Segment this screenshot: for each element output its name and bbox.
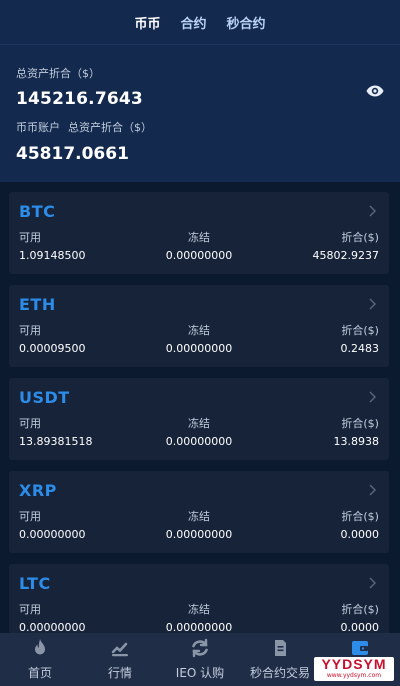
nav-home[interactable]: 首页 <box>0 633 80 686</box>
clipboard-icon <box>275 640 286 656</box>
watermark-sub: www.yydsym.com <box>326 672 382 679</box>
assets-header: 币币 合约 秒合约 总资产折合（$） 145216.7643 币币账户 总资产折… <box>0 0 400 182</box>
available-label: 可用 <box>19 324 41 337</box>
total-assets-value: 145216.7643 <box>16 89 143 109</box>
asset-values: 0.00009500 0.00000000 0.2483 <box>19 342 379 355</box>
asset-labels: 可用 冻结 折合($) <box>19 601 379 617</box>
nav-market[interactable]: 行情 <box>80 633 160 686</box>
account-assets-value: 45817.0661 <box>16 144 129 164</box>
converted-value: 0.0000 <box>340 528 379 541</box>
asset-labels: 可用 冻结 折合($) <box>19 508 379 524</box>
converted-value: 45802.9237 <box>312 249 379 262</box>
asset-name: XRP <box>19 481 57 500</box>
account-name: 币币账户 <box>16 121 60 134</box>
available-value: 0.00009500 <box>19 342 86 355</box>
converted-label: 折合($) <box>341 603 379 616</box>
nav-ieo[interactable]: IEO 认购 <box>160 633 240 686</box>
asset-labels: 可用 冻结 折合($) <box>19 229 379 245</box>
converted-label: 折合($) <box>341 324 379 337</box>
frozen-value: 0.00000000 <box>165 249 233 262</box>
asset-name: BTC <box>19 202 56 221</box>
asset-card-eth[interactable]: ETH 可用 冻结 折合($) 0.00009500 0.00000000 0.… <box>9 285 389 367</box>
asset-labels: 可用 冻结 折合($) <box>19 322 379 338</box>
account-tabs: 币币 合约 秒合约 <box>0 0 400 44</box>
tab-contract[interactable]: 合约 <box>180 13 206 32</box>
watermark-logo: YYDSYM www.yydsym.com <box>314 657 394 681</box>
available-label: 可用 <box>19 417 41 430</box>
available-value: 13.89381518 <box>19 435 93 448</box>
asset-card-xrp[interactable]: XRP 可用 冻结 折合($) 0.00000000 0.00000000 0.… <box>9 471 389 553</box>
asset-name: LTC <box>19 574 51 593</box>
asset-card-btc[interactable]: BTC 可用 冻结 折合($) 1.09148500 0.00000000 45… <box>9 192 389 274</box>
refresh-icon <box>192 638 208 658</box>
converted-value: 0.2483 <box>340 342 379 355</box>
frozen-label: 冻结 <box>187 603 210 616</box>
total-assets-label: 总资产折合（$） <box>16 67 100 80</box>
chevron-right-icon <box>369 484 377 496</box>
asset-summary: 总资产折合（$） 145216.7643 币币账户 总资产折合（$） 45817… <box>0 65 400 164</box>
tab-spot[interactable]: 币币 <box>134 13 160 32</box>
asset-card-usdt[interactable]: USDT 可用 冻结 折合($) 13.89381518 0.00000000 … <box>9 378 389 460</box>
frozen-label: 冻结 <box>187 510 210 523</box>
nav-second-contract[interactable]: 秒合约交易 <box>240 633 320 686</box>
bottom-nav: 首页 行情 IEO 认购 秒合约交易 资产 YYDSYM <box>0 633 400 686</box>
eye-icon[interactable] <box>366 85 384 97</box>
frozen-value: 0.00000000 <box>165 342 233 355</box>
watermark-main: YYDSYM <box>321 656 387 672</box>
nav-ieo-label: IEO 认购 <box>175 666 225 680</box>
asset-labels: 可用 冻结 折合($) <box>19 415 379 431</box>
available-label: 可用 <box>19 510 41 523</box>
account-label-row: 币币账户 总资产折合（$） <box>16 119 384 135</box>
chevron-right-icon <box>369 205 377 217</box>
converted-label: 折合($) <box>341 231 379 244</box>
asset-values: 1.09148500 0.00000000 45802.9237 <box>19 249 379 262</box>
frozen-value: 0.00000000 <box>165 528 233 541</box>
asset-name: ETH <box>19 295 56 314</box>
frozen-label: 冻结 <box>187 231 210 244</box>
available-value: 1.09148500 <box>19 249 86 262</box>
converted-label: 折合($) <box>341 417 379 430</box>
nav-home-label: 首页 <box>27 666 52 680</box>
available-label: 可用 <box>19 231 41 244</box>
nav-market-label: 行情 <box>107 666 132 680</box>
chart-icon <box>111 642 128 657</box>
asset-values: 13.89381518 0.00000000 13.8938 <box>19 435 379 448</box>
available-label: 可用 <box>19 603 41 616</box>
available-value: 0.00000000 <box>19 528 86 541</box>
chevron-right-icon <box>369 298 377 310</box>
asset-values: 0.00000000 0.00000000 0.0000 <box>19 528 379 541</box>
flame-icon <box>35 639 45 655</box>
chevron-right-icon <box>369 391 377 403</box>
account-total-label: 总资产折合（$） <box>68 121 152 134</box>
asset-list: BTC 可用 冻结 折合($) 1.09148500 0.00000000 45… <box>9 192 389 657</box>
converted-value: 13.8938 <box>333 435 379 448</box>
tabs-divider <box>0 44 400 45</box>
frozen-label: 冻结 <box>187 417 210 430</box>
frozen-label: 冻结 <box>187 324 210 337</box>
tab-second-contract[interactable]: 秒合约 <box>227 13 266 32</box>
frozen-value: 0.00000000 <box>165 435 233 448</box>
asset-name: USDT <box>19 388 70 407</box>
converted-label: 折合($) <box>341 510 379 523</box>
chevron-right-icon <box>369 577 377 589</box>
nav-second-contract-label: 秒合约交易 <box>249 666 310 680</box>
